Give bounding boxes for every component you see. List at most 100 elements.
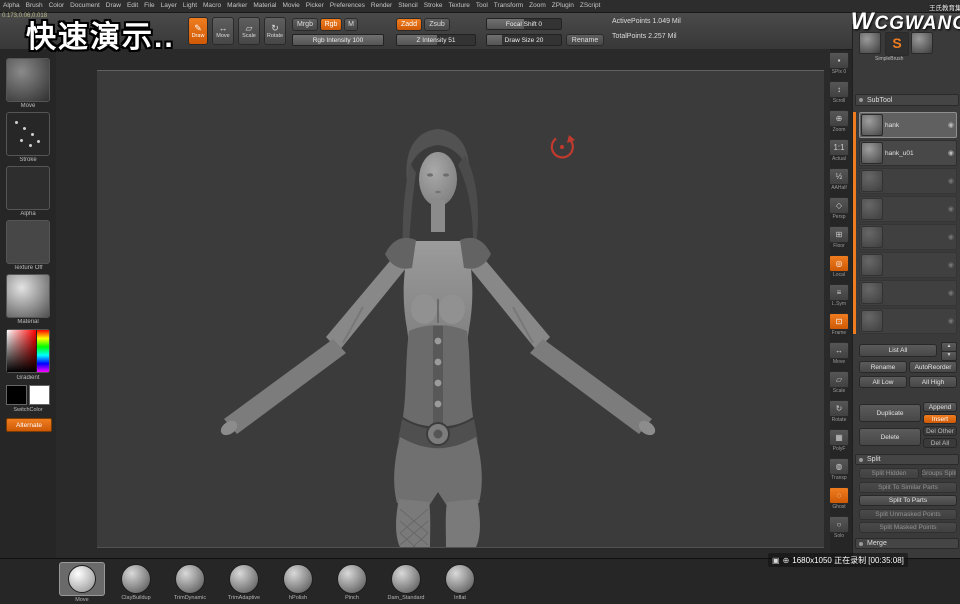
zadd-button[interactable]: Zadd <box>396 18 422 31</box>
rotate-shelf-button[interactable]: ↻Rotate <box>828 400 850 423</box>
subtool-row[interactable]: ◉ <box>859 196 957 222</box>
menu-color[interactable]: Color <box>46 0 68 12</box>
rename-button[interactable]: Rename <box>566 34 604 46</box>
visibility-eye-icon[interactable]: ◉ <box>948 233 955 241</box>
m-button[interactable]: M <box>344 18 358 31</box>
all-high-button[interactable]: All High <box>909 376 957 388</box>
delete-button[interactable]: Delete <box>859 428 921 446</box>
current-stroke-thumbnail[interactable] <box>6 112 50 156</box>
visibility-eye-icon[interactable]: ◉ <box>948 177 955 185</box>
solo-shelf-button[interactable]: ○Solo <box>828 516 850 539</box>
subtool-section-header[interactable]: SubTool <box>855 94 959 106</box>
draw-mode-button[interactable]: ✎ Draw <box>188 17 208 45</box>
tray-brush-trimdynamic[interactable]: TrimDynamic <box>164 562 216 602</box>
rgb-button[interactable]: Rgb <box>320 18 342 31</box>
frame-shelf-button[interactable]: ⊡Frame <box>828 313 850 336</box>
visibility-eye-icon[interactable]: ◉ <box>948 121 955 129</box>
zoom-shelf-button[interactable]: ⊕Zoom <box>828 110 850 133</box>
scale-mode-button[interactable]: ▱ Scale <box>238 17 260 45</box>
color-picker[interactable] <box>6 329 50 373</box>
visibility-eye-icon[interactable]: ◉ <box>948 149 955 157</box>
menu-movie[interactable]: Movie <box>279 0 302 12</box>
current-brush-thumbnail[interactable] <box>6 58 50 102</box>
subtool-row[interactable]: ◉ <box>859 224 957 250</box>
split-hidden-button[interactable]: Split Hidden <box>859 468 919 479</box>
menu-draw[interactable]: Draw <box>103 0 124 12</box>
menu-stencil[interactable]: Stencil <box>395 0 421 12</box>
duplicate-button[interactable]: Duplicate <box>859 404 921 422</box>
menu-zoom[interactable]: Zoom <box>526 0 549 12</box>
move-mode-button[interactable]: ↔ Move <box>212 17 234 45</box>
merge-section-header[interactable]: Merge <box>855 538 959 549</box>
subtool-row[interactable]: ◉ <box>859 308 957 334</box>
menu-tool[interactable]: Tool <box>473 0 491 12</box>
tool-slot-thumbnail[interactable] <box>911 32 933 54</box>
spix-shelf-button[interactable]: ▪SPix 0 <box>828 52 850 75</box>
focal-shift-slider[interactable]: Focal Shift 0 <box>486 18 562 30</box>
menu-picker[interactable]: Picker <box>303 0 327 12</box>
visibility-eye-icon[interactable]: ◉ <box>948 261 955 269</box>
menu-stroke[interactable]: Stroke <box>421 0 446 12</box>
split-section-header[interactable]: Split <box>855 454 959 465</box>
tray-brush-hpolish[interactable]: hPolish <box>272 562 324 602</box>
visibility-eye-icon[interactable]: ◉ <box>948 317 955 325</box>
current-alpha-thumbnail[interactable] <box>6 166 50 210</box>
list-all-button[interactable]: List All <box>859 344 937 357</box>
del-other-button[interactable]: Del Other <box>923 426 957 436</box>
sculpt-model-female-character[interactable] <box>97 71 824 547</box>
zsub-button[interactable]: Zsub <box>424 18 450 31</box>
move-shelf-button[interactable]: ↔Move <box>828 342 850 365</box>
document-viewport[interactable] <box>97 70 824 548</box>
tray-brush-inflat[interactable]: Inflat <box>434 562 486 602</box>
menu-zplugin[interactable]: ZPlugin <box>549 0 577 12</box>
tray-brush-move[interactable]: Move <box>56 562 108 604</box>
scale-shelf-button[interactable]: ▱Scale <box>828 371 850 394</box>
menu-macro[interactable]: Macro <box>200 0 224 12</box>
subtool-row[interactable]: ◉ <box>859 168 957 194</box>
persp-shelf-button[interactable]: ◇Persp <box>828 197 850 220</box>
subtool-row[interactable]: ◉ <box>859 252 957 278</box>
actual-shelf-button[interactable]: 1:1Actual <box>828 139 850 162</box>
scroll-shelf-button[interactable]: ↕Scroll <box>828 81 850 104</box>
visibility-eye-icon[interactable]: ◉ <box>948 289 955 297</box>
menu-transform[interactable]: Transform <box>491 0 526 12</box>
menu-layer[interactable]: Layer <box>158 0 180 12</box>
menu-file[interactable]: File <box>141 0 157 12</box>
insert-button[interactable]: Insert <box>923 414 957 424</box>
menu-alpha[interactable]: Alpha <box>0 0 23 12</box>
mrgb-button[interactable]: Mrgb <box>292 18 318 31</box>
floor-shelf-button[interactable]: ⊞Floor <box>828 226 850 249</box>
append-button[interactable]: Append <box>923 402 957 412</box>
menu-render[interactable]: Render <box>368 0 395 12</box>
main-color-swatch[interactable] <box>6 385 27 405</box>
draw-size-slider[interactable]: Draw Size 20 <box>486 34 562 46</box>
simplebrush-icon[interactable]: S <box>885 32 909 56</box>
menu-preferences[interactable]: Preferences <box>327 0 368 12</box>
split-to-parts-button[interactable]: Split To Parts <box>859 495 957 506</box>
subtool-row[interactable]: hank_u01◉ <box>859 140 957 166</box>
tray-brush-dam_standard[interactable]: Dam_Standard <box>380 562 432 602</box>
aahalf-shelf-button[interactable]: ½AAHalf <box>828 168 850 191</box>
subtool-down-button[interactable]: ▼ <box>941 351 957 361</box>
subtool-row[interactable]: hank◉ <box>859 112 957 138</box>
z-intensity-slider[interactable]: Z Intensity 51 <box>396 34 476 46</box>
current-tool-thumbnail[interactable] <box>859 32 881 54</box>
menu-zscript[interactable]: ZScript <box>577 0 604 12</box>
menu-light[interactable]: Light <box>180 0 200 12</box>
split-similar-parts-button[interactable]: Split To Similar Parts <box>859 482 957 493</box>
tray-brush-pinch[interactable]: Pinch <box>326 562 378 602</box>
menu-texture[interactable]: Texture <box>446 0 473 12</box>
del-all-button[interactable]: Del All <box>923 438 957 448</box>
tray-brush-claybuildup[interactable]: ClayBuildup <box>110 562 162 602</box>
rename-subtool-button[interactable]: Rename <box>859 361 907 373</box>
secondary-color-swatch[interactable] <box>29 385 50 405</box>
all-low-button[interactable]: All Low <box>859 376 907 388</box>
menu-marker[interactable]: Marker <box>224 0 250 12</box>
split-masked-points-button[interactable]: Split Masked Points <box>859 522 957 533</box>
groups-split-button[interactable]: Groups Split <box>921 468 957 479</box>
color-saturation-square[interactable] <box>7 330 36 372</box>
subtool-row[interactable]: ◉ <box>859 280 957 306</box>
current-texture-thumbnail[interactable] <box>6 220 50 264</box>
alternate-button[interactable]: Alternate <box>6 418 52 432</box>
rgb-intensity-slider[interactable]: Rgb Intensity 100 <box>292 34 384 46</box>
